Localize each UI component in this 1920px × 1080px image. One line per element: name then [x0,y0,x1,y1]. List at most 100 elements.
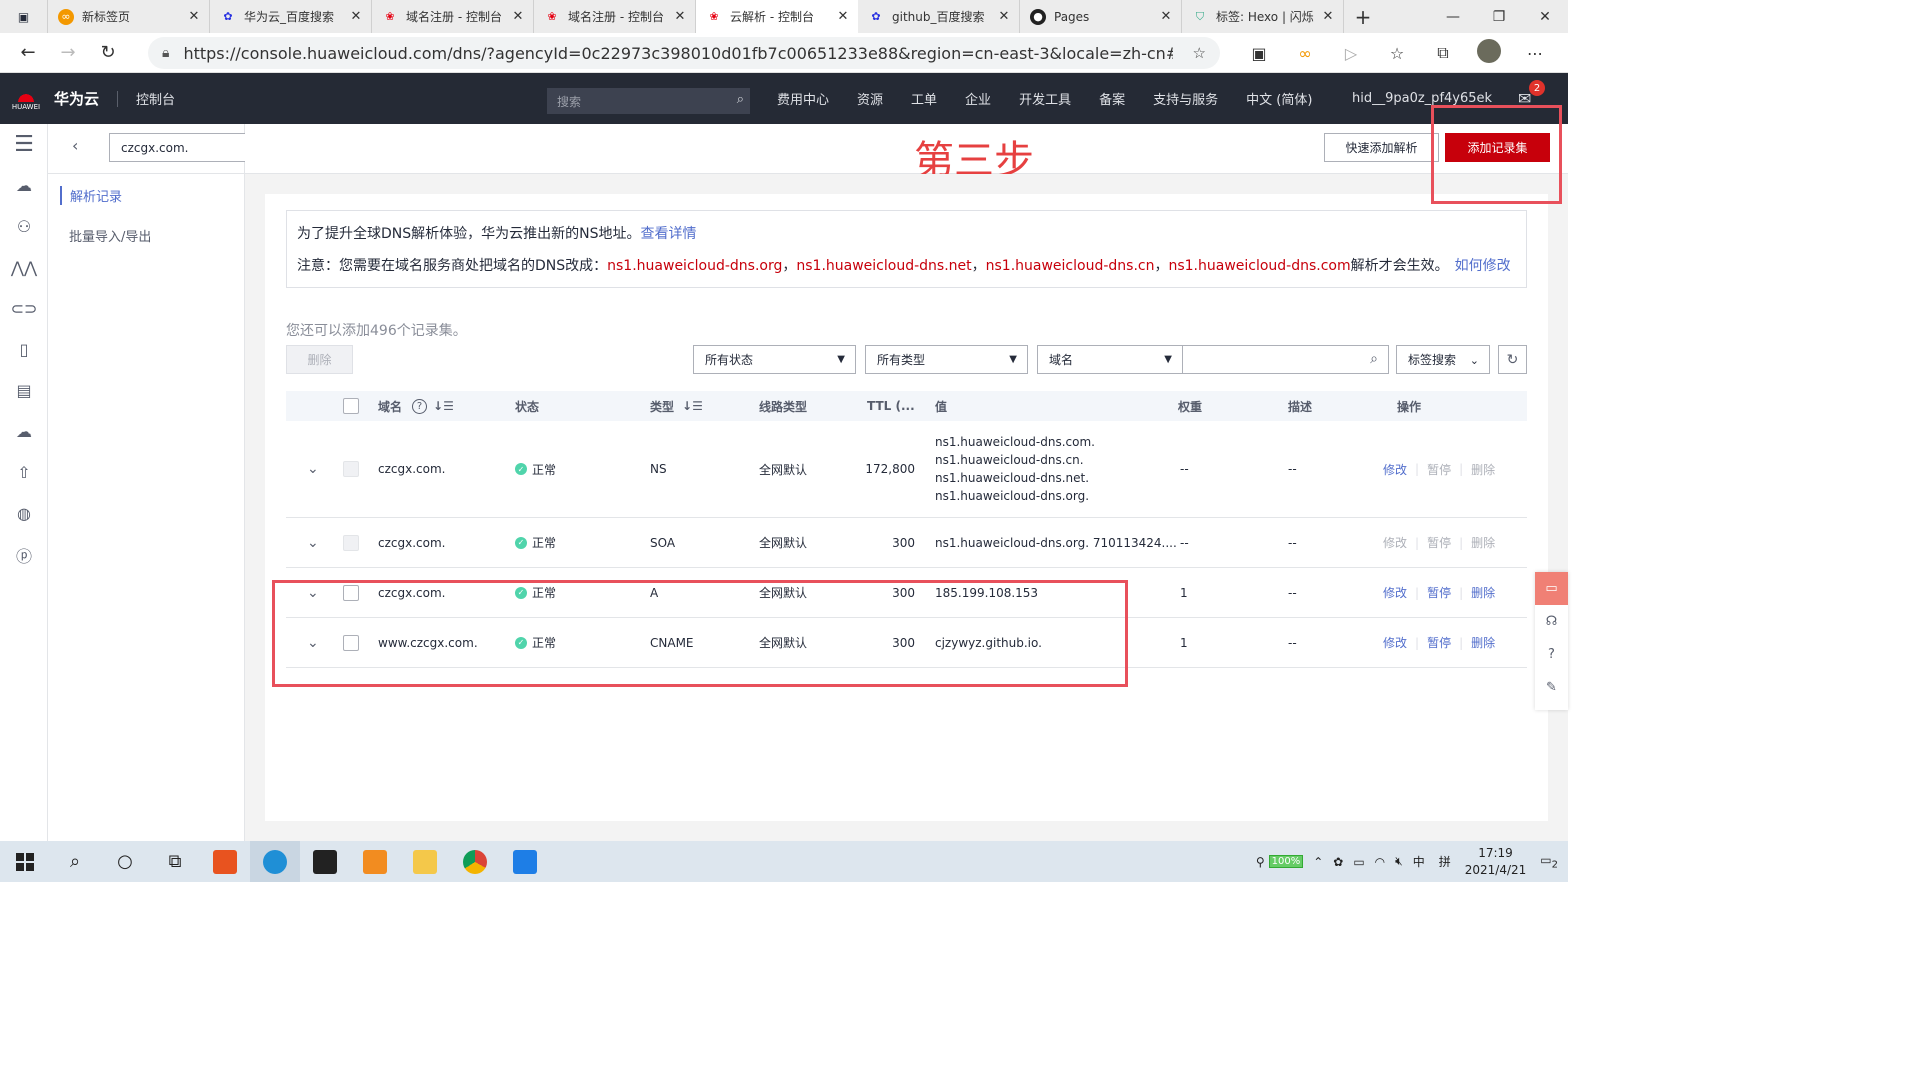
browser-tab[interactable]: ✿ github_百度搜索 ✕ [858,0,1020,33]
close-tab-icon[interactable]: ✕ [673,9,687,24]
help-circle-icon[interactable]: ? [1535,638,1568,671]
upload-icon[interactable]: ⇧ [0,452,48,493]
office-app-icon[interactable] [200,841,250,882]
nav-enterprise[interactable]: 企业 [965,89,991,108]
notification-icon[interactable]: ▭2 [1540,853,1558,870]
edit-link[interactable]: 修改 [1383,461,1407,478]
clock[interactable]: 17:19 2021/4/21 [1465,845,1527,879]
close-tab-icon[interactable]: ✕ [349,9,363,24]
checkbox[interactable] [343,584,359,601]
user-group-icon[interactable]: ⚇ [0,206,48,247]
status-filter-select[interactable]: 所有状态 ▼ [693,345,856,374]
reload-icon[interactable]: ↻ [88,33,128,73]
how-to-modify-link[interactable]: 如何修改 [1455,258,1511,274]
refresh-button[interactable]: ↻ [1498,345,1527,374]
delete-link[interactable]: 删除 [1471,584,1495,601]
menu-icon[interactable]: ☰ [0,124,48,165]
pause-link[interactable]: 暂停 [1427,634,1451,651]
search-field-select[interactable]: 域名 ▼ [1037,345,1183,374]
expand-chevron-icon[interactable]: ⌄ [307,421,319,517]
close-tab-icon[interactable]: ✕ [997,9,1011,24]
disk-icon[interactable]: ⊂⊃ [0,288,48,329]
device-icon[interactable]: ▯ [0,329,48,370]
nav-devtools[interactable]: 开发工具 [1019,89,1071,108]
search-icon[interactable]: ⌕ [50,841,100,882]
brand-name[interactable]: 华为云 [54,88,99,109]
favorite-add-icon[interactable]: ☆ [1193,44,1206,62]
sort-icon[interactable]: ↓☰ [682,399,703,413]
browser-tab[interactable]: ❀ 域名注册 - 控制台 ✕ [534,0,696,33]
console-link[interactable]: 控制台 [136,89,175,108]
extension-infinity-icon[interactable]: ∞ [1282,44,1328,63]
more-menu-icon[interactable]: ⋯ [1512,44,1558,63]
cloud-icon[interactable]: ☁ [0,411,48,452]
delete-link[interactable]: 删除 [1471,634,1495,651]
nav-billing[interactable]: 费用中心 [777,89,829,108]
nav-support[interactable]: 支持与服务 [1153,89,1218,108]
nav-icp[interactable]: 备案 [1099,89,1125,108]
close-window-icon[interactable]: ✕ [1522,0,1568,33]
close-tab-icon[interactable]: ✕ [1159,9,1173,24]
ime-language[interactable]: 中 [1413,853,1425,870]
app-tray-icon[interactable]: ✿ [1333,855,1343,869]
edge-app-icon[interactable] [250,841,300,882]
expand-chevron-icon[interactable]: ⌄ [307,618,319,667]
browser-tab[interactable]: ∞ 新标签页 ✕ [48,0,210,33]
checkbox[interactable] [343,398,359,414]
battery-icon[interactable]: ▭ [1353,855,1364,869]
monitor-icon[interactable]: ⋀⋀ [0,247,48,288]
sort-icon[interactable]: ↓☰ [433,399,454,413]
ime-mode[interactable]: 拼 [1439,853,1451,870]
windows-start-icon[interactable] [0,841,50,882]
tray-expand-icon[interactable]: ⌃ [1313,855,1323,869]
search-icon[interactable]: ⌕ [1370,351,1378,367]
volume-icon[interactable]: 🔇︎ [1395,854,1403,869]
file-explorer-icon[interactable] [400,841,450,882]
customer-service-icon[interactable]: ☊ [1535,605,1568,638]
checkbox[interactable] [343,634,359,651]
task-view-icon[interactable]: ⧉ [150,841,200,882]
favorites-icon[interactable]: ☆ [1374,44,1420,63]
tag-search-button[interactable]: 标签搜索 ⌄ [1396,345,1490,374]
row-checkbox[interactable] [343,618,359,667]
edit-link[interactable]: 修改 [1383,634,1407,651]
huawei-logo[interactable]: HUAWEI [6,73,46,124]
browser-tab[interactable]: ❀ 域名注册 - 控制台 ✕ [372,0,534,33]
document-icon[interactable]: ▤ [0,370,48,411]
row-checkbox[interactable] [343,568,359,617]
cloud-server-icon[interactable]: ☁ [0,165,48,206]
collections-icon[interactable]: ⧉ [1420,43,1466,63]
cortana-icon[interactable]: ○ [100,841,150,882]
user-account[interactable]: hid__9pa0z_pf4y65ek [1352,73,1492,124]
close-tab-icon[interactable]: ✕ [1321,9,1335,24]
search-icon[interactable]: ⌕ [737,92,744,107]
wifi-icon[interactable]: ◠ [1375,855,1385,869]
back-icon[interactable]: ← [8,33,48,73]
globe-icon[interactable]: ◍ [0,493,48,534]
terminal-app-icon[interactable] [300,841,350,882]
bulk-delete-button[interactable]: 删除 [286,345,353,374]
extension-icon[interactable]: ▣ [1236,44,1282,63]
url-box[interactable]: 🔒︎ https://console.huaweicloud.com/dns/?… [148,37,1220,69]
browser-tab[interactable]: ● Pages ✕ [1020,0,1182,33]
nav-resources[interactable]: 资源 [857,89,883,108]
minimize-icon[interactable]: — [1430,0,1476,33]
edit-link[interactable]: 修改 [1383,584,1407,601]
sidebar-item-import-export[interactable]: 批量导入/导出 [69,226,151,245]
expand-chevron-icon[interactable]: ⌄ [307,568,319,617]
browser-tab-active[interactable]: ❀ 云解析 - 控制台 ✕ [696,0,858,33]
close-tab-icon[interactable]: ✕ [511,9,525,24]
close-tab-icon[interactable]: ✕ [187,9,201,24]
add-record-set-button[interactable]: 添加记录集 [1445,133,1550,162]
record-search-input[interactable]: ⌕ [1183,345,1389,374]
view-details-link[interactable]: 查看详情 [641,226,697,242]
expand-chevron-icon[interactable]: ⌄ [307,518,319,567]
browser-tab[interactable]: ✿ 华为云_百度搜索 ✕ [210,0,372,33]
nav-tickets[interactable]: 工单 [911,89,937,108]
profile-avatar[interactable] [1466,39,1512,67]
quick-add-button[interactable]: 快速添加解析 [1324,133,1439,162]
ip-icon[interactable]: ⓟ [0,534,48,575]
browser-tab[interactable]: ⛉ 标签: Hexo | 闪烁 ✕ [1182,0,1344,33]
feedback-icon[interactable]: ▭ [1535,572,1568,605]
sidebar-item-records[interactable]: 解析记录 [60,186,122,205]
